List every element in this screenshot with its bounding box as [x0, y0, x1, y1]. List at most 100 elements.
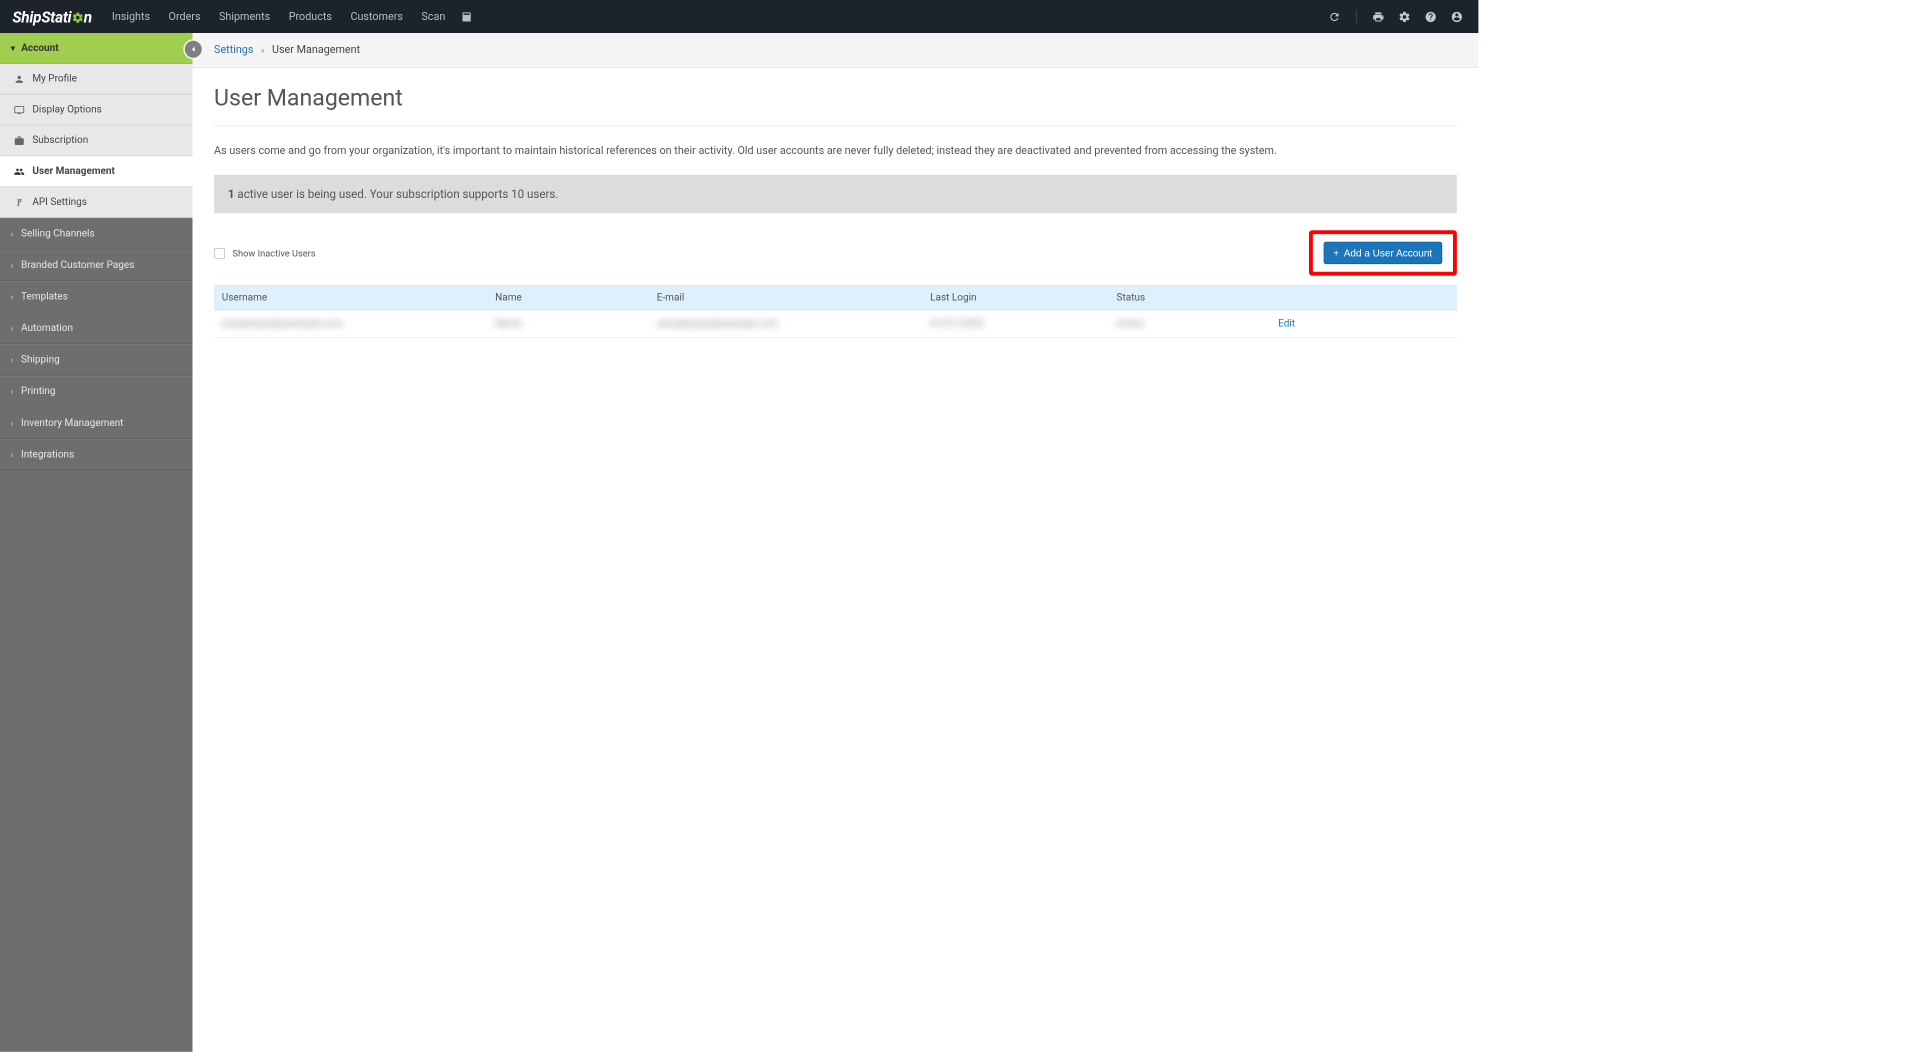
cell-name: Name	[495, 318, 522, 330]
sidebar-section-label: Automation	[21, 323, 73, 335]
breadcrumb: Settings » User Management	[193, 33, 1479, 68]
nav-customers[interactable]: Customers	[341, 10, 412, 22]
sidebar-section-label: Shipping	[21, 354, 60, 366]
sidebar-item-user-management[interactable]: User Management	[0, 156, 193, 187]
sidebar-item-label: Subscription	[32, 135, 88, 147]
chevron-down-icon: ▾	[11, 43, 15, 53]
chevron-right-icon: ›	[11, 292, 14, 302]
nav-insights[interactable]: Insights	[103, 10, 160, 22]
chevron-right-icon: ›	[11, 450, 14, 460]
branch-icon	[14, 196, 25, 208]
chevron-right-icon: ›	[11, 260, 14, 270]
sidebar-section-label: Selling Channels	[21, 228, 95, 240]
users-table: Username Name E-mail Last Login Status s…	[214, 285, 1457, 338]
annotation-highlight: + Add a User Account	[1309, 230, 1457, 275]
nav-shipments[interactable]: Shipments	[210, 10, 280, 22]
sidebar-section-printing[interactable]: › Printing	[0, 376, 193, 408]
help-icon[interactable]	[1425, 10, 1437, 22]
sidebar-section-label: Printing	[21, 386, 56, 398]
cell-last-login: 01/01/2023	[930, 318, 983, 330]
page-title: User Management	[214, 85, 1457, 112]
chevron-right-icon: ›	[11, 418, 14, 428]
cell-status: Active	[1117, 318, 1145, 330]
sidebar-item-label: My Profile	[32, 73, 77, 85]
calculator-icon[interactable]	[461, 10, 473, 22]
show-inactive-label: Show Inactive Users	[233, 248, 316, 259]
brand-text-2: Stati	[41, 7, 71, 25]
show-inactive-checkbox-wrapper[interactable]: Show Inactive Users	[214, 248, 315, 259]
top-nav: ShipStati n Insights Orders Shipments Pr…	[0, 0, 1478, 33]
chevron-right-icon: ›	[11, 229, 14, 239]
cell-username: sampleuser@example.com	[222, 318, 343, 330]
brand-text-1: Ship	[12, 7, 41, 25]
main-area: Settings » User Management User Manageme…	[193, 33, 1479, 1052]
add-user-button-label: Add a User Account	[1344, 247, 1432, 259]
sidebar-item-api-settings[interactable]: API Settings	[0, 187, 193, 218]
toolbar-row: Show Inactive Users + Add a User Account	[214, 230, 1457, 275]
cell-email: sampleuser@example.com	[657, 318, 778, 330]
sidebar-section-label: Integrations	[21, 449, 74, 461]
sidebar-section-integrations[interactable]: › Integrations	[0, 439, 193, 471]
add-user-account-button[interactable]: + Add a User Account	[1323, 242, 1442, 264]
active-user-count: 1	[228, 187, 235, 201]
refresh-icon[interactable]	[1328, 10, 1340, 22]
breadcrumb-separator: »	[261, 45, 265, 55]
subscription-info-text: active user is being used. Your subscrip…	[235, 187, 559, 201]
users-icon	[14, 166, 25, 178]
sidebar-item-subscription[interactable]: Subscription	[0, 126, 193, 157]
edit-user-link[interactable]: Edit	[1278, 318, 1295, 330]
chevron-right-icon: ›	[11, 355, 14, 365]
sidebar-item-label: API Settings	[32, 196, 87, 208]
user-account-icon[interactable]	[1451, 10, 1463, 22]
sidebar-section-label: Branded Customer Pages	[21, 259, 134, 271]
gear-icon	[71, 7, 83, 25]
table-row: sampleuser@example.com Name sampleuser@e…	[214, 310, 1457, 338]
brand-text-3: n	[84, 7, 92, 25]
col-email[interactable]: E-mail	[649, 285, 922, 310]
checkbox-icon[interactable]	[214, 248, 225, 259]
sidebar-collapse-button[interactable]	[185, 41, 202, 58]
settings-gear-icon[interactable]	[1398, 10, 1410, 22]
topnav-separator	[1356, 10, 1357, 24]
col-username[interactable]: Username	[214, 285, 487, 310]
sidebar-section-automation[interactable]: › Automation	[0, 313, 193, 345]
col-actions	[1270, 285, 1456, 310]
sidebar-account-subitems: My Profile Display Options Subscription …	[0, 64, 193, 218]
table-header-row: Username Name E-mail Last Login Status	[214, 285, 1457, 310]
sidebar-section-shipping[interactable]: › Shipping	[0, 344, 193, 376]
sidebar-item-display-options[interactable]: Display Options	[0, 95, 193, 126]
brand-logo[interactable]: ShipStati n	[8, 7, 103, 25]
chevron-right-icon: ›	[11, 387, 14, 397]
col-name[interactable]: Name	[487, 285, 649, 310]
sidebar-section-selling-channels[interactable]: › Selling Channels	[0, 218, 193, 250]
user-icon	[14, 73, 25, 85]
subscription-info-box: 1 active user is being used. Your subscr…	[214, 175, 1457, 214]
sidebar-item-label: Display Options	[32, 104, 101, 116]
nav-scan[interactable]: Scan	[412, 10, 454, 22]
sidebar-section-label: Templates	[21, 291, 68, 303]
sidebar-section-inventory-management[interactable]: › Inventory Management	[0, 407, 193, 439]
plus-icon: +	[1333, 247, 1339, 259]
col-status[interactable]: Status	[1109, 285, 1271, 310]
sidebar-item-label: User Management	[32, 166, 115, 178]
print-icon[interactable]	[1372, 10, 1384, 22]
briefcase-icon	[14, 135, 25, 147]
page-description: As users come and go from your organizat…	[214, 143, 1457, 159]
breadcrumb-current: User Management	[272, 44, 360, 56]
col-last-login[interactable]: Last Login	[922, 285, 1108, 310]
content: User Management As users come and go fro…	[193, 68, 1479, 355]
sidebar-section-account[interactable]: ▾ Account	[0, 33, 193, 64]
display-icon	[14, 104, 25, 116]
sidebar: ▾ Account My Profile Display Options Sub…	[0, 33, 193, 1052]
nav-links: Insights Orders Shipments Products Custo…	[103, 10, 455, 22]
topnav-right-icons	[1328, 10, 1469, 24]
nav-products[interactable]: Products	[279, 10, 341, 22]
sidebar-section-account-label: Account	[21, 42, 58, 54]
breadcrumb-root[interactable]: Settings	[214, 44, 253, 56]
sidebar-section-branded-customer-pages[interactable]: › Branded Customer Pages	[0, 249, 193, 281]
sidebar-section-label: Inventory Management	[21, 417, 123, 429]
sidebar-item-my-profile[interactable]: My Profile	[0, 64, 193, 95]
sidebar-section-templates[interactable]: › Templates	[0, 281, 193, 313]
nav-orders[interactable]: Orders	[159, 10, 209, 22]
chevron-right-icon: ›	[11, 323, 14, 333]
